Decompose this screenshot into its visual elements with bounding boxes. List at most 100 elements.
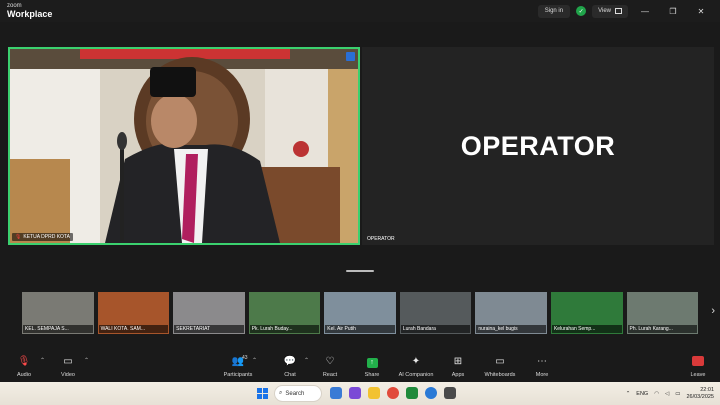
participant-thumbnail[interactable]: Kelurahan Semp... <box>550 292 623 334</box>
participant-name: Ph. Lurah Karang... <box>627 325 698 333</box>
whiteboards-button[interactable]: ▭ Whiteboards <box>480 356 520 378</box>
participant-name: Pk. Lurah Buday... <box>249 325 320 333</box>
excel-icon[interactable] <box>406 387 418 399</box>
share-screen-icon: ↑ <box>354 356 390 368</box>
os-taskbar: ⌕ Search ⌃ ENG ◠ ◁ ▭ 22:01 26/03/2025 <box>0 382 720 405</box>
participant-name: WALI KOTA. SAM... <box>98 325 169 333</box>
app-icon[interactable] <box>444 387 456 399</box>
mic-muted-icon: 🎙 <box>17 356 31 367</box>
participants-icon: 👥 <box>231 356 245 367</box>
system-tray: ⌃ ENG ◠ ◁ ▭ 22:01 26/03/2025 <box>626 384 714 403</box>
participant-thumbnail[interactable]: Pk. Lurah Buday... <box>248 292 321 334</box>
language-indicator[interactable]: ENG <box>636 391 648 397</box>
leave-button[interactable]: Leave <box>680 356 716 378</box>
chevron-right-icon[interactable]: › <box>711 305 715 317</box>
title-bar: zoom Workplace Sign in ✓ View — ❐ ✕ <box>0 0 720 22</box>
chevron-up-icon[interactable]: ⌃ <box>304 357 309 364</box>
participant-thumbnail[interactable]: Ph. Lurah Karang... <box>626 292 699 334</box>
taskbar-search[interactable]: ⌕ Search <box>275 386 321 401</box>
participant-thumbnail[interactable]: KEL. SEMPAJA S... <box>22 292 94 334</box>
speaker-name: KETUA DPRD KOTA <box>23 234 70 240</box>
chat-label: Chat <box>284 372 296 378</box>
audio-button[interactable]: 🎙 Audio <box>6 356 42 378</box>
chrome-icon[interactable] <box>387 387 399 399</box>
clock[interactable]: 22:01 26/03/2025 <box>686 387 714 401</box>
participants-label: Participants <box>223 372 253 378</box>
operator-name-tag: OPERATOR <box>364 235 398 243</box>
participant-strip: KEL. SEMPAJA S... WALI KOTA. SAM... SEKRET… <box>22 292 699 334</box>
grid-view-icon <box>615 8 622 14</box>
active-speaker-video[interactable]: 🎙 KETUA DPRD KOTA <box>8 47 360 245</box>
react-label: React <box>322 372 338 378</box>
minimize-button[interactable]: — <box>634 7 656 16</box>
video-camera-icon: ▭ <box>63 356 73 367</box>
participant-thumbnail[interactable]: Kel. Air Putih <box>324 292 396 334</box>
battery-icon[interactable]: ▭ <box>675 391 680 397</box>
wifi-icon[interactable]: ◠ <box>654 391 659 397</box>
participant-name: KEL. SEMPAJA S... <box>23 325 93 333</box>
search-icon: ⌕ <box>279 390 283 396</box>
operator-name: OPERATOR <box>367 236 395 242</box>
chevron-up-icon[interactable]: ⌃ <box>40 357 45 364</box>
video-label: Video <box>61 372 75 378</box>
windows-start-icon[interactable] <box>257 388 268 399</box>
video-button[interactable]: ▭ Video <box>50 356 86 378</box>
app-logo: zoom Workplace <box>7 3 52 19</box>
meeting-toolbar: 🎙 Audio ⌃ ▭ Video ⌃ 👥 43 Participants ⌃ … <box>0 353 720 381</box>
volume-icon[interactable]: ◁ <box>665 391 669 397</box>
chevron-up-icon[interactable]: ⌃ <box>626 391 631 397</box>
operator-video[interactable]: OPERATOR OPERATOR <box>362 47 714 245</box>
participant-name: Kel. Air Putih <box>325 325 395 333</box>
ai-companion-button[interactable]: ✦ AI Companion <box>396 356 436 378</box>
chevron-up-icon[interactable]: ⌃ <box>84 357 89 364</box>
participant-name: SEKRETARIAT <box>174 325 244 333</box>
participant-thumbnail[interactable]: WALI KOTA. SAM... <box>97 292 170 334</box>
audio-label: Audio <box>16 372 32 378</box>
sign-in-button[interactable]: Sign in <box>537 4 571 18</box>
clock-date: 26/03/2025 <box>686 393 714 400</box>
file-explorer-icon[interactable] <box>368 387 380 399</box>
more-icon: ⋯ <box>537 356 547 367</box>
edge-icon[interactable] <box>330 387 342 399</box>
mic-icon: 🎙 <box>15 234 22 240</box>
participant-name: nuraina_kel bugis <box>476 325 546 333</box>
participant-thumbnail[interactable]: nuraina_kel bugis <box>475 292 547 334</box>
more-button[interactable]: ⋯ More <box>524 356 560 378</box>
share-button[interactable]: ↑ Share <box>354 356 390 378</box>
chat-icon: 💬 <box>283 356 297 367</box>
shield-check-icon[interactable]: ✓ <box>576 6 587 16</box>
view-label: View <box>598 7 611 14</box>
whiteboard-icon: ▭ <box>495 356 505 367</box>
chevron-up-icon[interactable]: ⌃ <box>252 357 257 364</box>
participant-thumbnail[interactable]: Lurah Bandara <box>399 292 472 334</box>
app-icon[interactable] <box>349 387 361 399</box>
share-label: Share <box>364 372 380 378</box>
apps-label: Apps <box>451 372 465 378</box>
leave-label: Leave <box>690 372 706 378</box>
chat-button[interactable]: 💬 Chat <box>272 356 308 378</box>
react-button[interactable]: ♡ React <box>312 356 348 378</box>
participants-button[interactable]: 👥 43 Participants <box>220 355 256 378</box>
close-button[interactable]: ✕ <box>690 7 712 16</box>
participant-name: Lurah Bandara <box>400 325 471 333</box>
clock-time: 22:01 <box>700 386 714 393</box>
leave-icon <box>692 356 704 366</box>
maximize-button[interactable]: ❐ <box>662 7 684 16</box>
speaker-name-tag: 🎙 KETUA DPRD KOTA <box>12 233 73 241</box>
leave-icon-wrap <box>680 356 716 368</box>
participant-name: Kelurahan Semp... <box>551 325 622 333</box>
operator-display-text: OPERATOR <box>460 130 616 161</box>
apps-icon: ⊞ <box>453 356 463 367</box>
zoom-app-icon[interactable] <box>425 387 437 399</box>
participant-thumbnail[interactable]: SEKRETARIAT <box>173 292 245 334</box>
speaker-video-frame <box>10 49 358 243</box>
resize-handle[interactable] <box>346 270 374 272</box>
ai-companion-label: AI Companion <box>398 372 434 378</box>
more-label: More <box>535 372 549 378</box>
view-button[interactable]: View <box>592 4 628 18</box>
spotlight-icon[interactable] <box>346 52 355 61</box>
apps-button[interactable]: ⊞ Apps <box>440 356 476 378</box>
sparkle-icon: ✦ <box>411 356 421 367</box>
search-label: Search <box>285 390 305 397</box>
participants-count: 43 <box>242 355 248 361</box>
